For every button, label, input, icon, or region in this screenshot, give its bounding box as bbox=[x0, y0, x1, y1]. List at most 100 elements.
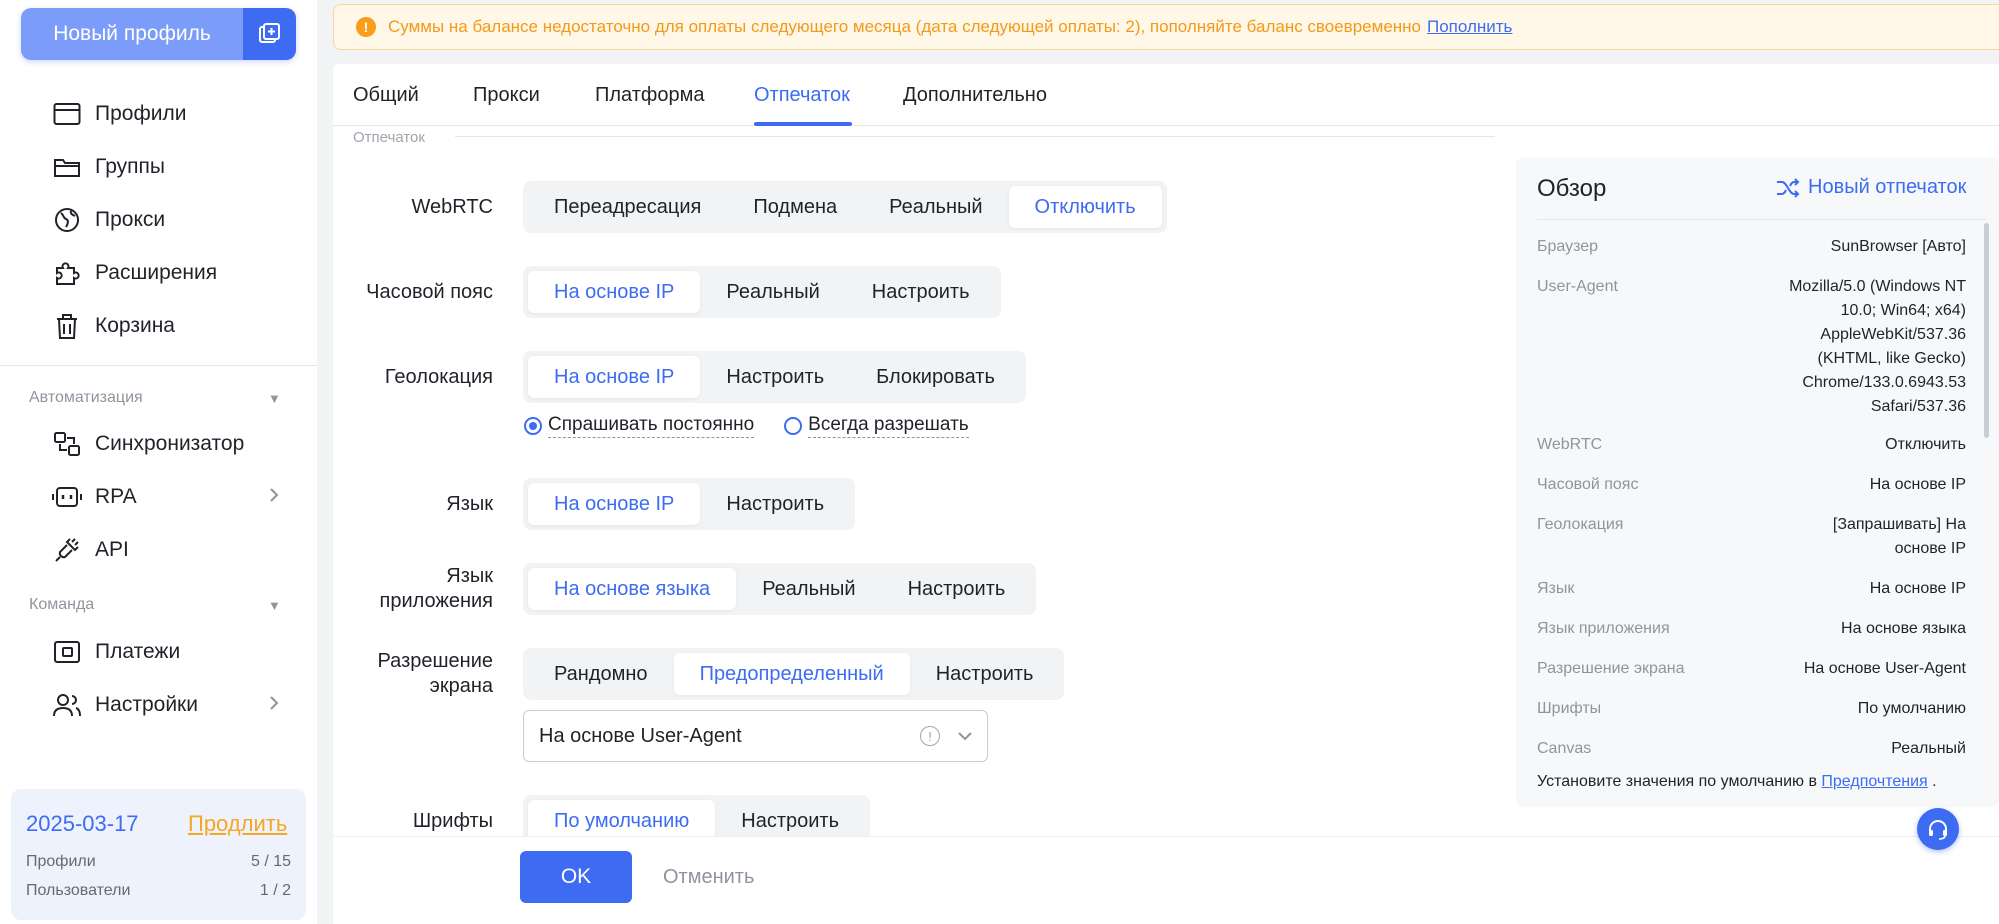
support-headset-icon[interactable] bbox=[1917, 808, 1959, 850]
overview-value-line: Chrome/133.0.6943.53 bbox=[1802, 374, 1966, 391]
top-up-link[interactable]: Пополнить bbox=[1427, 17, 1512, 37]
overview-value-line: На основе IP bbox=[1869, 580, 1966, 597]
overview-row-fonts: Шрифты По умолчанию bbox=[1537, 697, 1966, 721]
timezone-option-ip[interactable]: На основе IP bbox=[528, 271, 701, 313]
app-language-segmented: На основе языка Реальный Настроить bbox=[523, 563, 1037, 615]
webrtc-option-replace[interactable]: Подмена bbox=[727, 186, 863, 228]
geolocation-option-block[interactable]: Блокировать bbox=[850, 356, 1021, 398]
overview-footer-text: Установите значения по умолчанию в bbox=[1537, 773, 1817, 790]
geolocation-label: Геолокация bbox=[384, 366, 493, 388]
webrtc-option-redirect[interactable]: Переадресация bbox=[528, 186, 727, 228]
sidebar-item-payments[interactable]: Платежи bbox=[0, 630, 317, 674]
sidebar-item-api[interactable]: API bbox=[0, 528, 317, 572]
tab-fingerprint[interactable]: Отпечаток bbox=[754, 84, 850, 107]
warning-icon: ! bbox=[356, 17, 376, 37]
fonts-label: Шрифты bbox=[412, 810, 493, 832]
overview-value-line: Safari/537.36 bbox=[1870, 398, 1966, 415]
caret-down-icon[interactable]: ▼ bbox=[268, 598, 281, 613]
language-option-custom[interactable]: Настроить bbox=[700, 483, 850, 525]
folder-icon bbox=[52, 152, 82, 182]
overview-value: На основе языка bbox=[1841, 617, 1966, 641]
preferences-link[interactable]: Предпочтения bbox=[1821, 773, 1927, 790]
trash-icon bbox=[52, 311, 82, 341]
sidebar-item-label: Прокси bbox=[95, 208, 166, 231]
resolution-option-custom[interactable]: Настроить bbox=[910, 653, 1060, 695]
resolution-option-random[interactable]: Рандомно bbox=[528, 653, 674, 695]
team-section-title: Команда bbox=[29, 596, 95, 613]
sidebar-item-synchronizer[interactable]: Синхронизатор bbox=[0, 422, 317, 466]
new-fingerprint-button[interactable]: Новый отпечаток bbox=[1776, 176, 1966, 199]
overview-key: Часовой пояс bbox=[1537, 476, 1639, 493]
sidebar-item-settings[interactable]: Настройки bbox=[0, 683, 317, 727]
radio-ask-always[interactable]: Спрашивать постоянно bbox=[524, 414, 755, 438]
subscription-date: 2025-03-17 bbox=[26, 811, 139, 836]
section-divider bbox=[455, 136, 1495, 137]
tab-bar: Общий Прокси Платформа Отпечаток Дополни… bbox=[333, 64, 1999, 126]
alert-text: Суммы на балансе недостаточно для оплаты… bbox=[388, 17, 1421, 36]
tab-platform[interactable]: Платформа bbox=[595, 84, 704, 107]
chevron-down-icon[interactable] bbox=[957, 724, 973, 754]
language-segmented: На основе IP Настроить bbox=[523, 478, 856, 530]
resolution-select[interactable]: На основе User-Agent ! bbox=[523, 710, 988, 762]
webrtc-option-disable[interactable]: Отключить bbox=[1008, 186, 1162, 228]
new-profile-button[interactable]: Новый профиль bbox=[21, 8, 296, 60]
cancel-button[interactable]: Отменить bbox=[663, 866, 754, 889]
overview-value-line: AppleWebKit/537.36 bbox=[1820, 326, 1966, 343]
subscription-card: 2025-03-17 Продлить Профили 5 / 15 Польз… bbox=[11, 789, 306, 920]
info-icon[interactable]: ! bbox=[920, 726, 940, 746]
sidebar-item-label: Группы bbox=[95, 155, 165, 178]
overview-scrollbar[interactable] bbox=[1984, 223, 1989, 438]
timezone-label: Часовой пояс bbox=[366, 281, 493, 303]
overview-row-geolocation: Геолокация [Запрашивать] На основе IP bbox=[1537, 513, 1966, 561]
add-profile-icon[interactable] bbox=[243, 8, 296, 60]
webrtc-segmented: Переадресация Подмена Реальный Отключить bbox=[523, 181, 1167, 233]
chevron-right-icon bbox=[268, 694, 280, 717]
sync-icon bbox=[52, 429, 82, 459]
renew-link[interactable]: Продлить bbox=[188, 811, 287, 837]
resolution-option-predefined[interactable]: Предопределенный bbox=[673, 653, 910, 695]
overview-key: Геолокация bbox=[1537, 516, 1624, 533]
webrtc-option-real[interactable]: Реальный bbox=[863, 186, 1008, 228]
sidebar-item-proxy[interactable]: Прокси bbox=[0, 198, 317, 242]
app-language-option-real[interactable]: Реальный bbox=[736, 568, 881, 610]
overview-value: По умолчанию bbox=[1858, 697, 1966, 721]
overview-value-line: На основе IP bbox=[1869, 476, 1966, 493]
geolocation-option-ip[interactable]: На основе IP bbox=[528, 356, 701, 398]
sidebar-divider bbox=[0, 365, 317, 366]
overview-key: User-Agent bbox=[1537, 278, 1618, 295]
robot-icon bbox=[52, 482, 82, 512]
app-language-label-line2: приложения bbox=[379, 590, 493, 612]
sidebar-item-profiles[interactable]: Профили bbox=[0, 92, 317, 136]
app-language-option-by-language[interactable]: На основе языка bbox=[528, 568, 737, 610]
geolocation-option-custom[interactable]: Настроить bbox=[700, 356, 850, 398]
overview-footer-end: . bbox=[1932, 773, 1937, 790]
new-profile-label[interactable]: Новый профиль bbox=[21, 8, 243, 60]
overview-row-browser: Браузер SunBrowser [Авто] bbox=[1537, 235, 1966, 259]
sidebar-item-trash[interactable]: Корзина bbox=[0, 304, 317, 348]
tab-advanced[interactable]: Дополнительно bbox=[903, 84, 1047, 107]
automation-section-title: Автоматизация bbox=[29, 389, 143, 406]
webrtc-label: WebRTC bbox=[411, 196, 493, 218]
app-language-option-custom[interactable]: Настроить bbox=[882, 568, 1032, 610]
sidebar-item-groups[interactable]: Группы bbox=[0, 145, 317, 189]
tab-general[interactable]: Общий bbox=[353, 84, 419, 107]
radio-unchecked-icon[interactable] bbox=[784, 417, 803, 435]
radio-checked-icon[interactable] bbox=[524, 417, 542, 435]
overview-footer: Установите значения по умолчанию в Предп… bbox=[1537, 773, 1937, 791]
sidebar-item-label: Расширения bbox=[95, 261, 218, 284]
language-option-ip[interactable]: На основе IP bbox=[528, 483, 701, 525]
profiles-quota-value: 5 / 15 bbox=[250, 853, 291, 870]
timezone-option-custom[interactable]: Настроить bbox=[846, 271, 996, 313]
overview-value-line: 10.0; Win64; x64) bbox=[1840, 302, 1966, 319]
overview-row-resolution: Разрешение экрана На основе User-Agent bbox=[1537, 657, 1966, 681]
ok-button[interactable]: OK bbox=[520, 851, 632, 903]
timezone-option-real[interactable]: Реальный bbox=[700, 271, 845, 313]
overview-row-timezone: Часовой пояс На основе IP bbox=[1537, 473, 1966, 497]
sidebar-item-extensions[interactable]: Расширения bbox=[0, 251, 317, 295]
radio-allow-always[interactable]: Всегда разрешать bbox=[784, 414, 969, 438]
sidebar-item-rpa[interactable]: RPA bbox=[0, 475, 317, 519]
caret-down-icon[interactable]: ▼ bbox=[268, 391, 281, 406]
overview-row-user-agent: User-Agent Mozilla/5.0 (Windows NT 10.0;… bbox=[1537, 275, 1966, 419]
new-fingerprint-label[interactable]: Новый отпечаток bbox=[1808, 176, 1966, 199]
tab-proxy[interactable]: Прокси bbox=[473, 84, 540, 107]
